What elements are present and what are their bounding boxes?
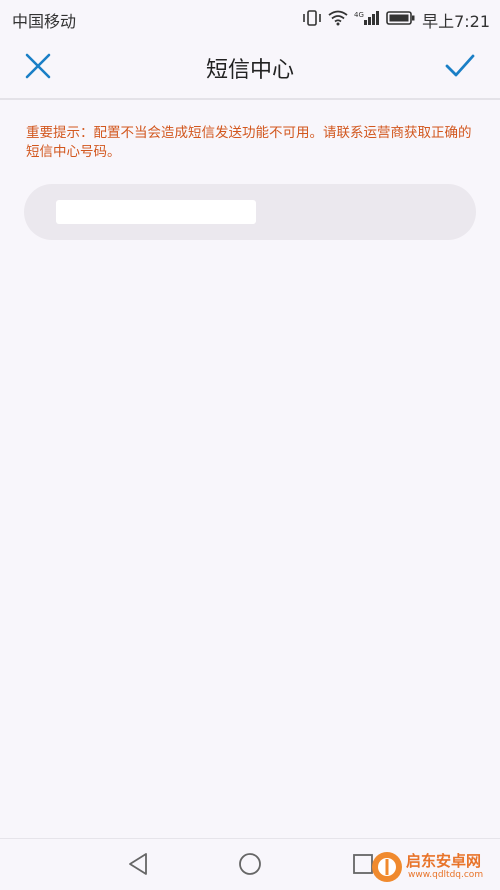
watermark-url: www.qdltdq.com [408,870,484,880]
vibrate-icon [302,10,322,30]
back-triangle-icon[interactable] [126,851,152,877]
watermark-title: 启东安卓网 [406,852,482,870]
title-bar: 短信中心 [0,34,500,100]
warning-text: 重要提示：配置不当会造成短信发送功能不可用。请联系运营商获取正确的短信中心号码。 [26,125,472,160]
watermark-logo [370,850,404,884]
carrier-label: 中国移动 [12,12,77,31]
wifi-icon [328,10,348,30]
redacted-number [56,200,256,224]
svg-text:4G: 4G [354,11,364,19]
watermark: 启东安卓网 www.qdltdq.com [370,850,500,888]
sms-center-number-field[interactable] [24,184,476,240]
page-title: 短信中心 [205,58,294,83]
signal-icon: 4G [354,10,380,30]
status-right: 4G 早上7:21 [302,8,490,32]
battery-icon [386,10,416,30]
home-circle-icon[interactable] [237,851,263,877]
check-icon[interactable] [444,52,476,80]
clock: 早上7:21 [422,12,490,31]
status-bar: 中国移动 4G 早上7:21 [0,0,500,34]
